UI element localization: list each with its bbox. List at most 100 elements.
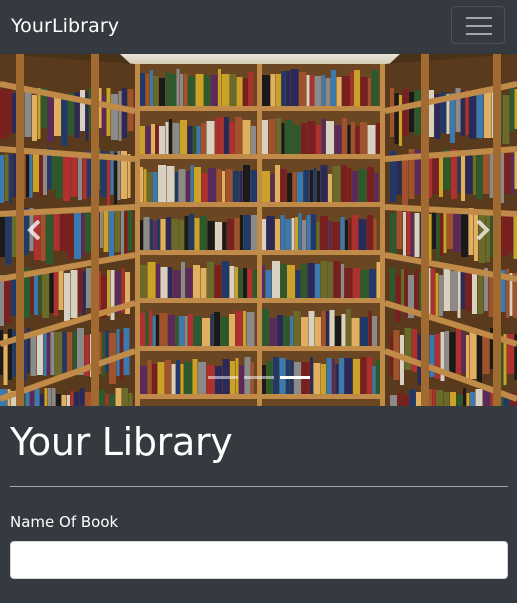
book-spine (350, 71, 354, 106)
book-spine (341, 314, 346, 346)
book-spine (369, 269, 376, 298)
book-spine (235, 267, 238, 298)
carousel-indicator-active[interactable] (280, 376, 310, 379)
book-spine (342, 118, 347, 154)
book-spine (188, 76, 195, 106)
book-spine (307, 121, 316, 154)
book-spine (302, 220, 306, 250)
book-spine (373, 219, 377, 250)
book-spine (341, 165, 347, 202)
book-spine (243, 268, 247, 298)
carousel-indicator[interactable] (244, 376, 274, 379)
book-spine (176, 69, 180, 106)
book-name-input[interactable] (10, 541, 508, 579)
book-spine (308, 311, 315, 346)
book-spine (158, 165, 166, 202)
book-spine (222, 222, 227, 250)
book-spine (243, 78, 248, 106)
book-spine (85, 392, 92, 406)
book-spine (368, 311, 372, 346)
book-spine (358, 219, 367, 250)
book-spine (439, 275, 443, 316)
book-spine (183, 74, 188, 106)
carousel-next-button[interactable] (447, 54, 517, 406)
book-spine (140, 126, 145, 154)
book-spine (341, 264, 344, 298)
book-spine (251, 126, 256, 154)
carousel-prev-button[interactable] (0, 54, 70, 406)
book-spine (326, 311, 329, 346)
book-spine (402, 395, 409, 406)
book-spine (286, 71, 290, 106)
book-spine (202, 318, 210, 346)
book-spine (225, 169, 233, 202)
book-spine (322, 75, 325, 106)
book-spine (320, 165, 328, 202)
book-spine (103, 210, 109, 252)
book-spine (194, 218, 200, 250)
book-spine (102, 333, 105, 377)
book-spine (166, 166, 175, 202)
book-spine (121, 208, 124, 258)
book-spine (403, 212, 406, 259)
book-spine (246, 312, 255, 346)
book-spine (152, 316, 156, 346)
book-spine (201, 123, 206, 154)
book-spine (372, 316, 377, 346)
book-spine (335, 316, 341, 346)
book-spine (194, 167, 201, 202)
book-spine (242, 120, 251, 154)
book-spine (390, 395, 397, 406)
book-spine (332, 222, 340, 250)
book-spine (268, 119, 276, 154)
book-spine (299, 72, 306, 106)
book-spine (317, 171, 320, 202)
book-spine (206, 121, 215, 154)
book-spine (247, 269, 253, 298)
book-spine (172, 270, 181, 298)
book-spine (313, 168, 317, 202)
book-spine (140, 313, 145, 346)
book-spine (229, 266, 235, 298)
book-spine (298, 213, 302, 250)
book-spine (178, 169, 186, 202)
book-spine (218, 117, 224, 154)
book-spine (184, 316, 188, 346)
book-spine (147, 262, 156, 298)
book-spine (159, 126, 165, 154)
book-spine (181, 262, 185, 298)
book-spine (404, 328, 412, 370)
hamburger-icon (466, 17, 492, 35)
navbar-toggle-button[interactable] (451, 6, 505, 44)
book-spine (287, 265, 295, 298)
book-spine (295, 270, 301, 298)
book-spine (207, 221, 215, 250)
book-spine (188, 314, 193, 346)
book-spine (310, 75, 314, 106)
book-spine (436, 390, 443, 406)
book-spine (371, 70, 379, 106)
book-spine (351, 122, 355, 154)
book-spine (328, 174, 332, 202)
book-spine (175, 172, 178, 202)
navbar-brand[interactable]: YourLibrary (11, 15, 119, 37)
book-spine (193, 316, 202, 346)
book-spine (432, 154, 439, 194)
book-spine (290, 316, 293, 346)
book-spine (210, 314, 214, 346)
book-spine (344, 268, 353, 298)
book-spine (262, 309, 269, 346)
book-spine (214, 312, 220, 346)
book-spine (102, 95, 106, 136)
book-spine (193, 126, 196, 154)
book-spine (347, 125, 351, 154)
book-spine (262, 75, 270, 106)
book-spine (215, 222, 222, 250)
navbar: YourLibrary (0, 0, 517, 54)
book-spine (414, 270, 419, 315)
carousel-indicator[interactable] (208, 376, 238, 379)
book-spine (303, 170, 310, 202)
book-spine (229, 314, 235, 346)
book-spine (275, 165, 280, 202)
book-spine (200, 268, 207, 298)
